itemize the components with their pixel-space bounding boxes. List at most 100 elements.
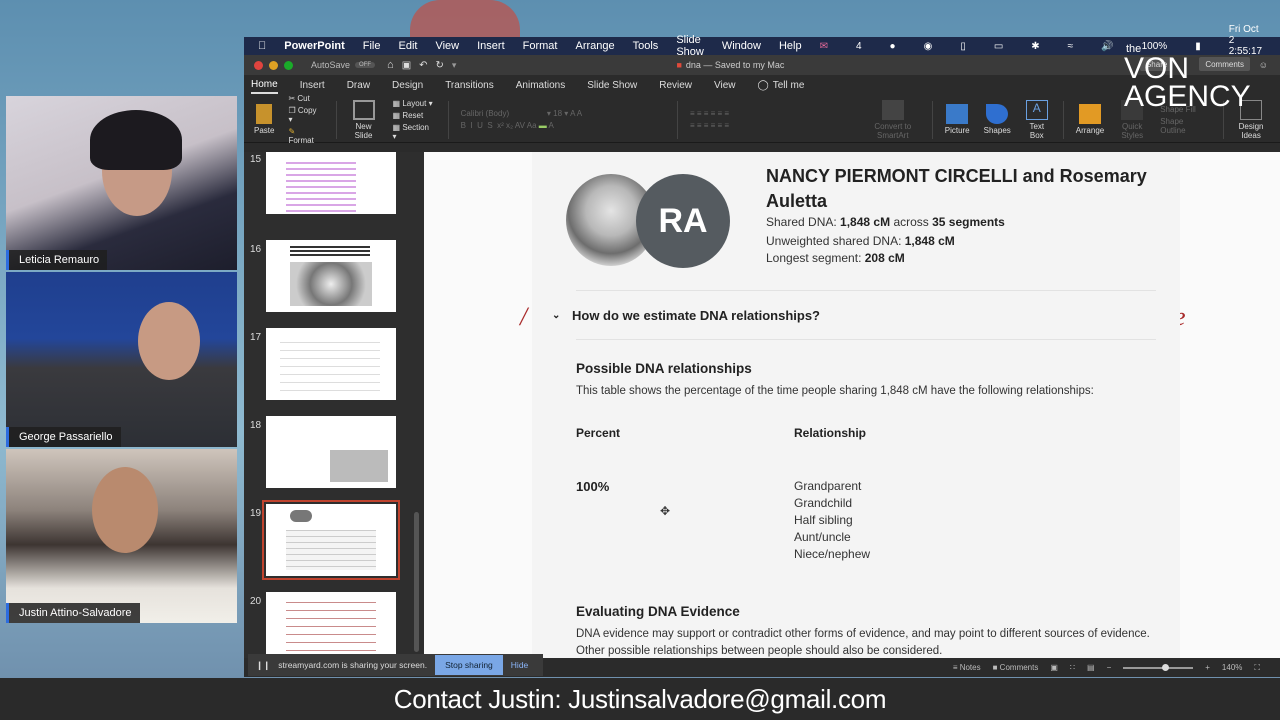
fit-slide-icon[interactable]: ⛶ <box>1254 663 1260 673</box>
redo-icon[interactable]: ↻ <box>436 60 444 71</box>
minimize-button[interactable] <box>269 60 278 70</box>
font-name-select[interactable]: Calibri (Body) <box>461 109 509 118</box>
menu-edit[interactable]: Edit <box>399 40 418 52</box>
apple-icon[interactable]:  <box>258 40 266 52</box>
text-box-button[interactable]: A Text Box <box>1025 99 1049 140</box>
zoom-slider-knob[interactable] <box>1161 663 1169 671</box>
shape-outline-button[interactable]: Shape Outline <box>1160 117 1209 135</box>
menu-slide-show[interactable]: Slide Show <box>676 34 704 58</box>
layout-button[interactable]: ▦ Layout ▾ <box>393 99 434 108</box>
notes-label: Notes <box>959 663 981 672</box>
design-ideas-label: Design Ideas <box>1238 121 1264 140</box>
home-icon[interactable]: ⌂ <box>387 59 394 71</box>
menu-arrange[interactable]: Arrange <box>575 40 614 52</box>
shapes-label: Shapes <box>983 126 1011 135</box>
slide-thumb-image <box>266 592 396 658</box>
format-painter-button[interactable]: ✎ Format <box>288 127 321 145</box>
ribbon-divider <box>677 100 678 139</box>
stop-sharing-button[interactable]: Stop sharing <box>435 655 503 675</box>
picture-button[interactable]: Picture <box>945 104 970 135</box>
ribbon-divider <box>1062 100 1064 139</box>
normal-view-icon[interactable]: ▣ <box>1050 663 1058 672</box>
font-size-select[interactable]: 18 <box>553 109 562 118</box>
bluetooth-icon[interactable]: ✱ <box>1031 41 1039 52</box>
tab-transitions[interactable]: Transitions <box>445 80 494 93</box>
zoom-out-button[interactable]: − <box>1107 663 1112 672</box>
comments-status-button[interactable]: ■ Comments <box>993 663 1039 672</box>
menu-format[interactable]: Format <box>523 40 558 52</box>
tab-draw[interactable]: Draw <box>347 80 370 93</box>
calculator-icon[interactable]: ▯ <box>960 41 966 52</box>
slide-number: 15 <box>250 154 262 165</box>
slides-panel-scrollbar[interactable] <box>414 512 419 652</box>
autosave-toggle[interactable]: OFF <box>355 62 376 68</box>
wallpaper-shape <box>410 0 520 38</box>
von-agency-logo: the VON AGENCY <box>1124 44 1251 113</box>
convert-smartart-button[interactable]: Convert to SmartArt <box>868 99 918 140</box>
menu-app[interactable]: PowerPoint <box>284 40 345 52</box>
relationship-item: Grandchild <box>794 496 853 510</box>
paintbrush-icon: ✎ <box>288 127 296 136</box>
arrange-button[interactable]: Arrange <box>1076 104 1104 135</box>
menu-window[interactable]: Window <box>722 40 761 52</box>
reading-view-icon[interactable]: ▤ <box>1087 663 1095 672</box>
section-label: Section <box>402 122 429 132</box>
participant-face <box>92 467 158 553</box>
cut-button[interactable]: ✂ Cut <box>288 94 321 103</box>
shapes-button[interactable]: Shapes <box>984 104 1011 135</box>
tab-animations[interactable]: Animations <box>516 80 565 93</box>
tab-design[interactable]: Design <box>392 80 423 93</box>
section-button[interactable]: ▦ Section ▾ <box>393 123 434 141</box>
accordion-header[interactable]: ⌄ How do we estimate DNA relationships? <box>552 308 820 323</box>
shapes-icon <box>986 104 1009 124</box>
zoom-slider[interactable] <box>1123 663 1194 671</box>
autosave-label: AutoSave <box>311 60 351 70</box>
participant-name: Justin Attino-Salvadore <box>6 603 140 623</box>
logo-line2: AGENCY <box>1124 80 1251 113</box>
percent-value: 100% <box>576 479 610 494</box>
undo-icon[interactable]: ↶ <box>419 60 427 71</box>
participant-name: George Passariello <box>6 427 121 447</box>
slide-sorter-icon[interactable]: ∷ <box>1070 663 1075 672</box>
eye-icon[interactable]: ◉ <box>924 41 933 52</box>
reset-button[interactable]: ▦ Reset <box>393 111 434 120</box>
zoom-in-button[interactable]: + <box>1205 663 1210 672</box>
menu-insert[interactable]: Insert <box>477 40 505 52</box>
airplay-icon[interactable]: ▭ <box>994 41 1003 52</box>
close-button[interactable] <box>254 60 263 70</box>
mail-icon[interactable]: ✉ <box>820 41 828 52</box>
slide-canvas[interactable]: RA NANCY PIERMONT CIRCELLI and Rosemary … <box>532 152 1180 658</box>
copy-button[interactable]: ❐ Copy ▾ <box>288 106 321 124</box>
slide-thumb-image <box>262 500 400 580</box>
evaluating-description: DNA evidence may support or contradict o… <box>576 628 1150 657</box>
menu-tools[interactable]: Tools <box>633 40 659 52</box>
zoom-button[interactable] <box>284 60 293 70</box>
menu-file[interactable]: File <box>363 40 381 52</box>
chevron-down-icon: ⌄ <box>552 310 561 321</box>
evernote-icon[interactable]: ● <box>890 41 896 52</box>
paste-button[interactable]: Paste <box>254 104 274 135</box>
tab-view[interactable]: View <box>714 80 736 93</box>
tell-me-search[interactable]: Tell me <box>773 80 805 93</box>
customize-toolbar-icon[interactable]: ▾ <box>452 60 457 71</box>
tab-insert[interactable]: Insert <box>300 80 325 93</box>
convert-label: Convert to SmartArt <box>874 121 912 140</box>
hide-button[interactable]: Hide <box>511 660 528 670</box>
tab-home[interactable]: Home <box>251 79 278 94</box>
match-title: NANCY PIERMONT CIRCELLI and Rosemary Aul… <box>766 166 1147 211</box>
text-box-icon: A <box>1025 99 1048 120</box>
tab-review[interactable]: Review <box>659 80 692 93</box>
zoom-level[interactable]: 140% <box>1222 663 1242 672</box>
save-icon[interactable]: ▣ <box>402 60 411 71</box>
menu-view[interactable]: View <box>435 40 459 52</box>
slide-number: 18 <box>250 420 262 431</box>
volume-icon[interactable]: 🔊 <box>1101 41 1113 52</box>
column-header-relationship: Relationship <box>794 426 867 440</box>
menu-help[interactable]: Help <box>779 40 802 52</box>
cut-label: Cut <box>297 94 310 103</box>
tab-slide-show[interactable]: Slide Show <box>587 80 637 93</box>
notes-button[interactable]: ≡ Notes <box>953 663 981 672</box>
new-slide-button[interactable]: New Slide <box>349 99 379 140</box>
wifi-icon[interactable]: ≈ <box>1068 41 1074 52</box>
slide-thumb-image <box>266 240 396 312</box>
